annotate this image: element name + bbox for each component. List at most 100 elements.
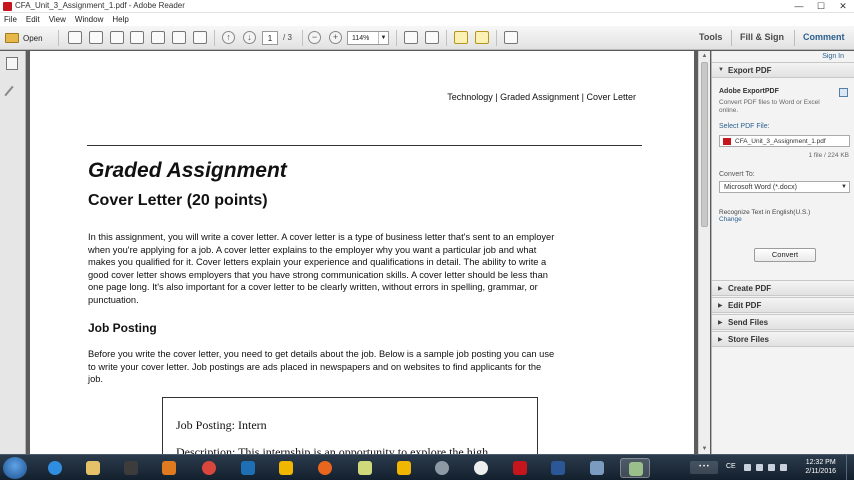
taskbar-app-5[interactable]	[427, 458, 457, 478]
document-viewer[interactable]: Technology | Graded Assignment | Cover L…	[27, 51, 698, 454]
taskbar-app-1[interactable]	[116, 458, 146, 478]
combine-files-icon[interactable]	[89, 31, 103, 44]
taskbar-outlook[interactable]	[233, 458, 263, 478]
document-subtitle: Cover Letter (20 points)	[88, 192, 268, 209]
show-desktop-button[interactable]	[846, 455, 854, 480]
convert-button[interactable]: Convert	[754, 248, 816, 262]
media-player-icon	[162, 461, 176, 475]
section-heading-job-posting: Job Posting	[88, 321, 157, 335]
menu-edit[interactable]: Edit	[26, 13, 40, 26]
fullscreen-icon[interactable]	[504, 31, 518, 44]
network-icon[interactable]	[744, 464, 751, 471]
pdf-file-icon	[723, 138, 731, 145]
cloud-upload-icon[interactable]	[130, 31, 144, 44]
taskbar-app-6[interactable]	[466, 458, 496, 478]
taskbar-firefox[interactable]	[310, 458, 340, 478]
zoom-out-icon[interactable]: −	[308, 31, 321, 44]
taskbar-media-player[interactable]	[154, 458, 184, 478]
taskbar-adobe-reader[interactable]	[505, 458, 535, 478]
scroll-up-icon[interactable]: ▲	[699, 51, 710, 61]
toolbar-separator	[302, 30, 303, 46]
edit-icon[interactable]	[110, 31, 124, 44]
export-service-icon[interactable]	[839, 88, 848, 97]
title-bar: CFA_Unit_3_Assignment_1.pdf - Adobe Read…	[0, 0, 854, 13]
toolbar-separator	[794, 30, 795, 46]
word-icon	[551, 461, 565, 475]
comment-icon[interactable]	[454, 31, 468, 44]
firefox-icon	[318, 461, 332, 475]
taskbar-app-3[interactable]	[350, 458, 380, 478]
edit-pdf-section-header[interactable]: ▶ Edit PDF	[712, 297, 854, 313]
taskbar-app-7[interactable]	[582, 458, 612, 478]
convert-format-select[interactable]: Microsoft Word (*.docx) ▼	[719, 181, 850, 193]
change-language-link[interactable]: Change	[719, 216, 829, 224]
clock[interactable]: 12:32 PM 2/11/2016	[805, 458, 836, 476]
save-icon[interactable]	[151, 31, 165, 44]
fill-sign-tab[interactable]: Fill & Sign	[740, 32, 784, 42]
toolbar-separator	[731, 30, 732, 46]
window-controls: — ☐ ✕	[788, 0, 854, 13]
volume-icon[interactable]	[756, 464, 763, 471]
taskbar-app-4[interactable]	[389, 458, 419, 478]
toolbar: Open ↑ ↓ 1 / 3 − + 114% ▼ Tools Fill & S…	[0, 26, 854, 50]
next-page-icon[interactable]: ↓	[243, 31, 256, 44]
highlight-icon[interactable]	[475, 31, 489, 44]
signature-pen-icon[interactable]	[4, 85, 14, 97]
tray-language[interactable]: CE	[726, 463, 736, 470]
flag-icon[interactable]	[768, 464, 775, 471]
create-pdf-icon[interactable]	[68, 31, 82, 44]
tools-tab[interactable]: Tools	[699, 32, 722, 42]
zoom-select[interactable]: 114% ▼	[347, 31, 389, 45]
service-name: Adobe ExportPDF	[719, 88, 779, 95]
taskbar-word[interactable]	[543, 458, 573, 478]
page-number-input[interactable]: 1	[262, 31, 278, 45]
selected-file-name: CFA_Unit_3_Assignment_1.pdf	[735, 138, 826, 145]
sign-in-link[interactable]: Sign In	[822, 53, 844, 60]
taskbar-file-explorer[interactable]	[78, 458, 108, 478]
start-button[interactable]	[3, 457, 27, 479]
email-icon[interactable]	[193, 31, 207, 44]
internet-explorer-icon	[48, 461, 62, 475]
page-header: Technology | Graded Assignment | Cover L…	[447, 92, 636, 102]
selected-file-field[interactable]: CFA_Unit_3_Assignment_1.pdf	[719, 135, 850, 147]
app-icon	[124, 461, 138, 475]
store-files-label: Store Files	[728, 335, 769, 344]
taskbar-chrome[interactable]	[194, 458, 224, 478]
export-pdf-section-header[interactable]: ▼ Export PDF	[712, 62, 854, 78]
close-button[interactable]: ✕	[832, 0, 854, 13]
toolbar-separator	[496, 30, 497, 46]
taskbar-app-2[interactable]	[271, 458, 301, 478]
taskbar-internet-explorer[interactable]	[40, 458, 70, 478]
send-files-section-header[interactable]: ▶ Send Files	[712, 314, 854, 330]
menu-view[interactable]: View	[49, 13, 66, 26]
store-files-section-header[interactable]: ▶ Store Files	[712, 331, 854, 347]
vertical-scrollbar[interactable]: ▲ ▼	[698, 51, 710, 454]
toolbar-separator	[214, 30, 215, 46]
minimize-button[interactable]: —	[788, 0, 810, 13]
chevron-right-icon: ▶	[718, 337, 723, 343]
menu-file[interactable]: File	[4, 13, 17, 26]
adobe-reader-icon	[3, 2, 12, 11]
intro-line: punctuation.	[88, 294, 139, 305]
fit-page-icon[interactable]	[404, 31, 418, 44]
menu-window[interactable]: Window	[75, 13, 103, 26]
print-icon[interactable]	[172, 31, 186, 44]
comment-tab[interactable]: Comment	[803, 32, 845, 42]
page-thumbnails-icon[interactable]	[6, 57, 18, 70]
job-posting-line: job.	[88, 374, 103, 385]
tray-overflow[interactable]: • • •	[690, 461, 718, 474]
battery-icon[interactable]	[780, 464, 787, 471]
fit-width-icon[interactable]	[425, 31, 439, 44]
service-description: Convert PDF files to Word or Excel onlin…	[719, 99, 820, 114]
open-button[interactable]: Open	[5, 30, 43, 46]
scroll-down-icon[interactable]: ▼	[699, 444, 710, 454]
maximize-button[interactable]: ☐	[810, 0, 832, 13]
page-total: / 3	[283, 33, 292, 42]
app-icon	[629, 462, 643, 476]
previous-page-icon[interactable]: ↑	[222, 31, 235, 44]
menu-help[interactable]: Help	[112, 13, 128, 26]
create-pdf-section-header[interactable]: ▶ Create PDF	[712, 280, 854, 296]
zoom-in-icon[interactable]: +	[329, 31, 342, 44]
scroll-thumb[interactable]	[701, 62, 708, 227]
taskbar-app-8[interactable]	[620, 458, 650, 478]
